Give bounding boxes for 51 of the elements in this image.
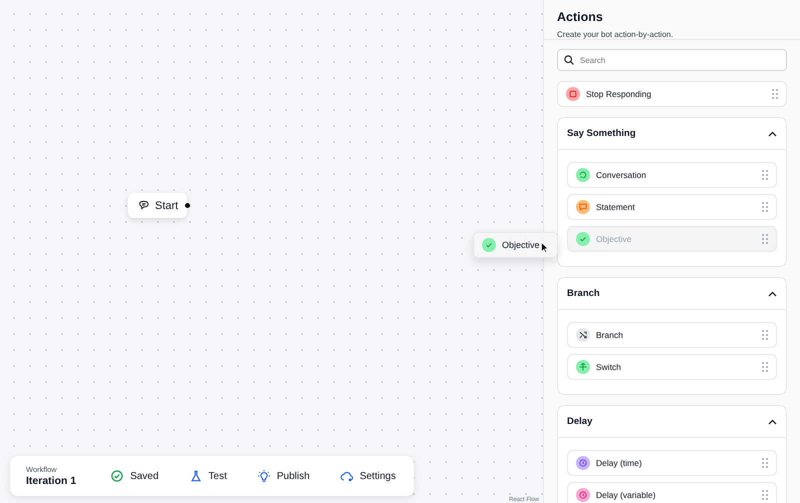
action-item[interactable]: Statement xyxy=(567,194,777,220)
panel-title: Actions xyxy=(557,10,604,24)
action-item[interactable]: Conversation xyxy=(567,162,777,188)
cloud-gear-icon xyxy=(340,469,354,483)
node-label: Start xyxy=(155,200,178,212)
drag-handle-icon[interactable] xyxy=(762,330,768,340)
chevron-icon xyxy=(768,130,777,136)
start-node[interactable]: Start xyxy=(128,193,187,218)
chevron-icon xyxy=(768,418,777,424)
check-circle-icon xyxy=(110,469,124,483)
collapse-toggle[interactable] xyxy=(768,418,777,424)
drag-handle-icon[interactable] xyxy=(762,362,768,372)
action-item[interactable]: Branch xyxy=(567,322,777,348)
drag-handle-icon[interactable] xyxy=(762,170,768,180)
collapse-toggle[interactable] xyxy=(768,130,777,136)
test-button[interactable]: Test xyxy=(188,469,227,483)
dragged-action-item[interactable]: Objective xyxy=(473,232,558,258)
drag-handle-icon[interactable] xyxy=(762,202,768,212)
chat-bubble-icon xyxy=(138,200,149,211)
action-label: Switch xyxy=(596,362,622,372)
action-label: Conversation xyxy=(596,170,648,180)
saved-button[interactable]: Saved xyxy=(110,469,159,483)
section-title: Say Something xyxy=(567,128,636,139)
settings-button[interactable]: Settings xyxy=(340,469,396,483)
action-item[interactable]: Delay (variable) xyxy=(567,482,777,503)
action-item[interactable]: Stop Responding xyxy=(557,81,787,107)
action-label: Delay (time) xyxy=(596,458,643,468)
section-title: Branch xyxy=(567,288,600,299)
pointer-icon xyxy=(541,242,549,253)
action-label: Delay (variable) xyxy=(596,490,657,500)
chevron-icon xyxy=(768,290,777,296)
drag-handle-icon[interactable] xyxy=(772,89,778,99)
publish-button[interactable]: Publish xyxy=(256,469,310,483)
drag-handle-icon[interactable] xyxy=(762,458,768,468)
action-item[interactable]: Switch xyxy=(567,354,777,380)
drag-handle-icon[interactable] xyxy=(762,490,768,500)
workflow-name: Iteration 1 xyxy=(26,475,76,487)
action-label: Objective xyxy=(502,240,540,250)
section-title: Delay xyxy=(567,416,592,427)
panel-subtitle: Create your bot action-by-action. xyxy=(557,30,674,39)
action-label: Branch xyxy=(596,330,624,340)
collapse-toggle[interactable] xyxy=(768,290,777,296)
node-handle[interactable] xyxy=(185,203,190,208)
action-item[interactable]: Delay (time) xyxy=(567,450,777,476)
action-label: Statement xyxy=(596,202,636,212)
action-label: Objective xyxy=(596,234,632,244)
search-field[interactable]: Search xyxy=(557,49,787,71)
lightbulb-icon xyxy=(256,469,271,483)
drag-handle-icon[interactable] xyxy=(762,234,768,244)
action-label: Stop Responding xyxy=(586,89,652,99)
flask-icon xyxy=(188,469,203,483)
